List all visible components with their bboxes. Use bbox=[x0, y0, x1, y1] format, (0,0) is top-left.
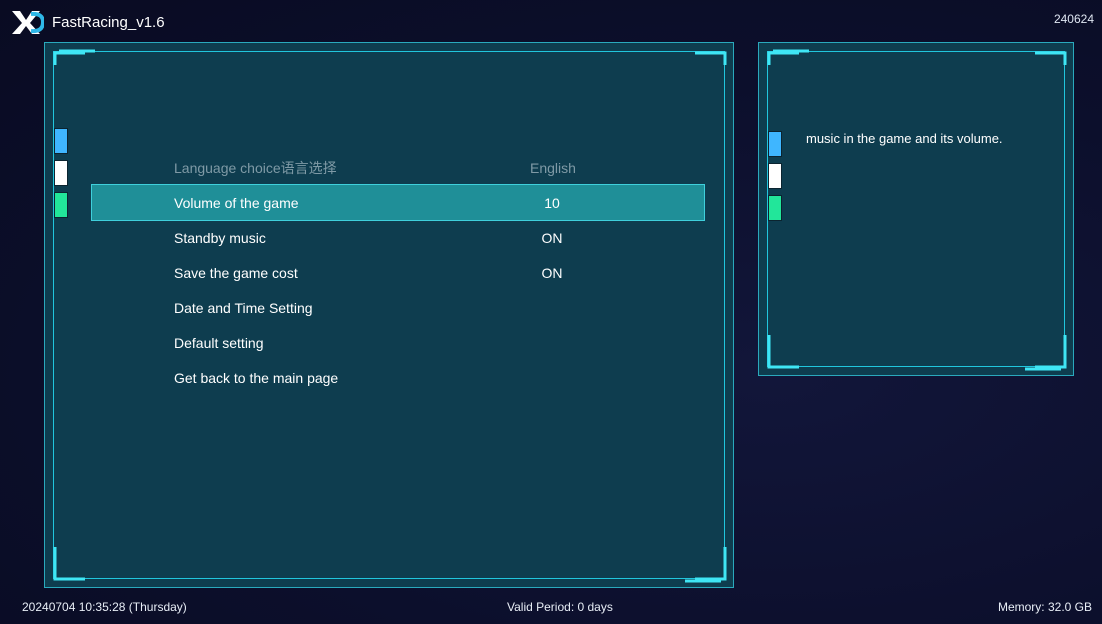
menu-item-value: ON bbox=[541, 229, 563, 246]
datetime-status: 20240704 10:35:28 (Thursday) bbox=[22, 600, 187, 614]
menu-item-date-time[interactable]: Date and Time Setting bbox=[92, 290, 704, 325]
tab-marker-blue bbox=[768, 131, 782, 157]
app-title: FastRacing_v1.6 bbox=[52, 14, 165, 31]
info-description: music in the game and its volume. bbox=[806, 131, 1003, 146]
memory-status: Memory: 32.0 GB bbox=[997, 600, 1092, 614]
menu-item-label: Volume of the game bbox=[174, 194, 299, 211]
tab-marker-green bbox=[768, 195, 782, 221]
menu-item-value: ON bbox=[541, 264, 563, 281]
info-panel bbox=[758, 42, 1074, 376]
menu-item-label: Language choice语言选择 bbox=[174, 159, 337, 176]
menu-item-label: Get back to the main page bbox=[174, 369, 339, 386]
menu-item-back-main[interactable]: Get back to the main page bbox=[92, 360, 704, 395]
tab-marker-blue bbox=[54, 128, 68, 154]
info-panel-corner-decor bbox=[767, 49, 1067, 371]
menu-item-value: English bbox=[530, 159, 576, 176]
tab-marker-white bbox=[54, 160, 68, 186]
build-code: 240624 bbox=[1053, 12, 1094, 26]
menu-item-save-game-cost[interactable]: Save the game cost ON bbox=[92, 255, 704, 290]
xc-logo-icon bbox=[10, 8, 46, 36]
menu-item-label: Date and Time Setting bbox=[174, 299, 313, 316]
menu-item-value: 10 bbox=[544, 194, 560, 211]
menu-item-default-setting[interactable]: Default setting bbox=[92, 325, 704, 360]
menu-item-label: Save the game cost bbox=[174, 264, 298, 281]
valid-period-status: Valid Period: 0 days bbox=[507, 600, 613, 614]
tab-marker-white bbox=[768, 163, 782, 189]
menu-item-language[interactable]: Language choice语言选择 English bbox=[92, 150, 704, 185]
menu-item-standby-music[interactable]: Standby music ON bbox=[92, 220, 704, 255]
menu-item-volume[interactable]: Volume of the game 10 bbox=[91, 184, 705, 221]
tab-marker-green bbox=[54, 192, 68, 218]
menu-item-label: Default setting bbox=[174, 334, 264, 351]
settings-menu: Language choice语言选择 English Volume of th… bbox=[91, 150, 705, 395]
info-side-tabs bbox=[768, 131, 782, 221]
settings-side-tabs bbox=[54, 128, 68, 218]
menu-item-label: Standby music bbox=[174, 229, 266, 246]
